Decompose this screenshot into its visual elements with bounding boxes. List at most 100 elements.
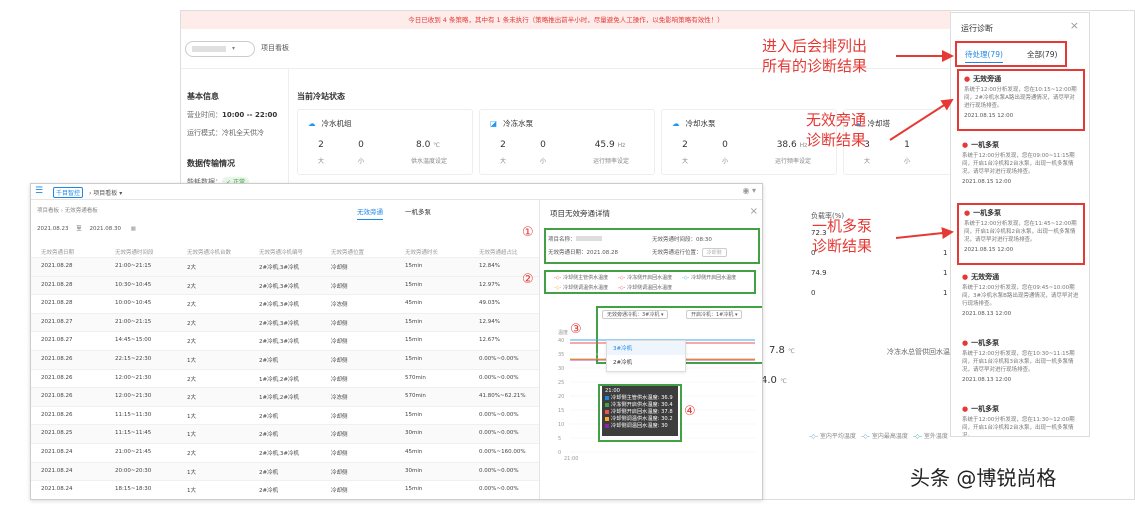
- table-cell: 2#冷机: [259, 432, 279, 439]
- bypass-position: 无效旁通运行位置： 冷却侧: [652, 248, 727, 257]
- table-cell: 2#冷机,3#冷机: [259, 320, 299, 327]
- table-row[interactable]: 2021.08.28 21:00~21:15 2大 2#冷机,3#冷机 冷却侧 15min…: [31, 258, 539, 277]
- table-cell: 12.97%: [479, 281, 500, 288]
- table-cell: 冷却侧: [331, 320, 348, 327]
- table-cell: 冷却侧: [331, 357, 348, 364]
- table-row[interactable]: 2021.08.28 10:30~10:45 2大 2#冷机,3#冷机 冷却侧 15min…: [31, 276, 539, 296]
- table-cell: 12:00~21:30: [115, 374, 152, 381]
- date-to[interactable]: 2021.08.30: [90, 226, 122, 232]
- time-segment: 无效旁通时间段：08:30: [652, 237, 712, 243]
- date-range[interactable]: 2021.08.23 至 2021.08.30 ▦: [37, 224, 157, 236]
- tooltip-row: 冷却侧主管供水温度: 36.9: [605, 395, 675, 402]
- table-cell: 2021.08.28: [41, 263, 73, 269]
- table-cell: 0.00%~0.00%: [479, 355, 519, 362]
- close-icon[interactable]: ×: [750, 206, 758, 217]
- legend-2[interactable]: -◇- 冷冻侧开启回水温度: [618, 274, 672, 281]
- table-cell: 2#冷机,3#冷机: [259, 283, 299, 290]
- table-cell: 0.00%~0.00%: [479, 486, 519, 493]
- legend-4[interactable]: -◇- 冷却侧调温供水温度: [554, 284, 608, 291]
- table-row[interactable]: 2021.08.24 21:00~21:45 2大 2#冷机,3#冷机 冷却侧 45min…: [31, 444, 539, 463]
- table-cell: 2021.08.24: [41, 467, 73, 474]
- table-cell: 2021.08.28: [41, 300, 73, 307]
- table-row[interactable]: 2021.08.26 11:15~11:30 1大 2#冷机 冷却侧 15min 0.00%…: [31, 407, 539, 426]
- table-cell: 15min: [405, 281, 423, 288]
- arrow-to-multi-pump: [895, 227, 954, 240]
- legend-5[interactable]: -◇- 冷却侧调温回水温度: [618, 284, 672, 291]
- nav-crumb[interactable]: › 项目看板 ▾: [89, 188, 122, 197]
- table-cell: 20:00~20:30: [115, 467, 152, 474]
- date-sep: 至: [76, 226, 82, 232]
- date-from[interactable]: 2021.08.23: [37, 226, 69, 232]
- user-icon[interactable]: ◉ ▾: [742, 186, 756, 195]
- y-tick: 10: [558, 422, 564, 428]
- table-row[interactable]: 2021.08.27 14:45~15:00 2大 2#冷机,3#冷机 冷却侧 15min…: [31, 332, 539, 351]
- circle-4: ④: [684, 404, 696, 419]
- table-cell: 2021.08.26: [41, 411, 73, 418]
- table-row[interactable]: 2021.08.25 11:15~11:45 1大 2#冷机 冷却侧 30min 0.00%…: [31, 425, 539, 444]
- menu-icon[interactable]: ☰: [35, 186, 43, 196]
- table-cell: 22:15~22:30: [115, 355, 152, 362]
- table-cell: 2021.08.24: [41, 486, 73, 493]
- arrow-to-bypass: [889, 98, 954, 141]
- info-box: [544, 228, 760, 264]
- table-cell: 2#冷机: [259, 357, 279, 364]
- dropdown-option-2[interactable]: 2#冷机: [607, 355, 685, 369]
- table-cell: 41.80%~62.21%: [479, 393, 526, 400]
- y-tick: 25: [558, 380, 564, 386]
- table-cell: 冷却侧: [331, 413, 348, 420]
- table-row[interactable]: 2021.08.26 12:00~21:30 2大 1#冷机,2#冷机 冷冻侧 570mi…: [31, 388, 539, 407]
- table-row[interactable]: 2021.08.28 10:00~10:45 2大 2#冷机,3#冷机 冷冻侧 45min…: [31, 295, 539, 314]
- table-row[interactable]: 2021.08.24 18:15~18:30 1大 2#冷机 冷却侧 15min 0.00%…: [31, 481, 539, 499]
- table-cell: 冷却侧: [331, 339, 348, 346]
- front-navbar: ☰ 千目智控 › 项目看板 ▾ ◉ ▾: [31, 184, 762, 200]
- table-cell: 10:30~10:45: [115, 281, 152, 288]
- column-header[interactable]: 无效旁通时长: [405, 248, 438, 256]
- y-tick: 30: [558, 366, 564, 372]
- bypass-table: 无效旁通日期 无效旁通时间段 无效旁通冷机台数 无效旁通冷机编号 无效旁通位置 无效旁通时…: [31, 244, 539, 499]
- table-cell: 0.00%~160.00%: [479, 448, 526, 455]
- table-row[interactable]: 2021.08.26 22:15~22:30 1大 2#冷机 冷却侧 15min 0.00%…: [31, 350, 539, 370]
- column-header[interactable]: 无效旁通冷机台数: [187, 248, 231, 256]
- table-cell: 2大: [187, 283, 196, 290]
- legend-3[interactable]: -◇- 冷却侧开启回水温度: [682, 274, 736, 281]
- table-row[interactable]: 2021.08.27 21:00~21:15 2大 2#冷机,3#冷机 冷却侧 15min…: [31, 313, 539, 333]
- table-cell: 21:00~21:15: [115, 318, 152, 325]
- table-cell: 2#冷机: [259, 488, 279, 495]
- app-logo[interactable]: 千目智控: [53, 187, 84, 198]
- column-header[interactable]: 无效旁通位置: [331, 248, 364, 256]
- table-cell: 2大: [187, 320, 196, 327]
- table-cell: 12.94%: [479, 318, 500, 325]
- table-cell: 2大: [187, 376, 196, 383]
- tab-multi-pump[interactable]: 一机多泵: [405, 206, 431, 216]
- table-cell: 1#冷机,2#冷机: [259, 376, 299, 383]
- table-cell: 45min: [405, 448, 423, 455]
- table-cell: 15min: [405, 318, 423, 325]
- table-cell: 14:45~15:00: [115, 337, 152, 344]
- tab-bypass[interactable]: 无效旁通: [357, 206, 383, 220]
- table-cell: 15min: [405, 486, 423, 493]
- table-cell: 2021.08.26: [41, 355, 73, 362]
- dropdown-option-1[interactable]: 3#冷机: [607, 341, 685, 355]
- y-tick: 20: [558, 394, 564, 400]
- table-row[interactable]: 2021.08.26 12:00~21:30 2大 1#冷机,2#冷机 冷却侧 570mi…: [31, 370, 539, 389]
- table-cell: 570min: [405, 374, 426, 381]
- column-header[interactable]: 无效旁通时间段: [115, 248, 154, 256]
- table-cell: 10:00~10:45: [115, 300, 152, 307]
- table-cell: 冷却侧: [331, 265, 348, 271]
- bypass-list: 项目看板 › 无效旁通看板 无效旁通 一机多泵 2021.08.23 至 202…: [31, 200, 539, 499]
- column-header[interactable]: 无效旁通冷机编号: [259, 248, 303, 256]
- table-cell: 2021.08.27: [41, 318, 73, 325]
- table-cell: 2大: [187, 302, 196, 309]
- column-header[interactable]: 无效旁通超占比: [479, 248, 518, 256]
- table-cell: 2021.08.26: [41, 374, 73, 381]
- y-tick: 40: [558, 338, 564, 344]
- table-cell: 21:00~21:45: [115, 448, 152, 455]
- y-axis-label: 温度: [558, 329, 568, 336]
- circle-1: ①: [522, 225, 534, 240]
- legend-1[interactable]: -◇- 冷却侧主管供水温度: [554, 274, 608, 281]
- calendar-icon[interactable]: ▦: [131, 226, 136, 232]
- column-header[interactable]: 无效旁通日期: [41, 248, 74, 256]
- table-row[interactable]: 2021.08.24 20:00~20:30 1大 2#冷机 冷却侧 30min 0.00%…: [31, 462, 539, 482]
- table-cell: 2021.08.27: [41, 337, 73, 344]
- table-cell: 1大: [187, 432, 196, 439]
